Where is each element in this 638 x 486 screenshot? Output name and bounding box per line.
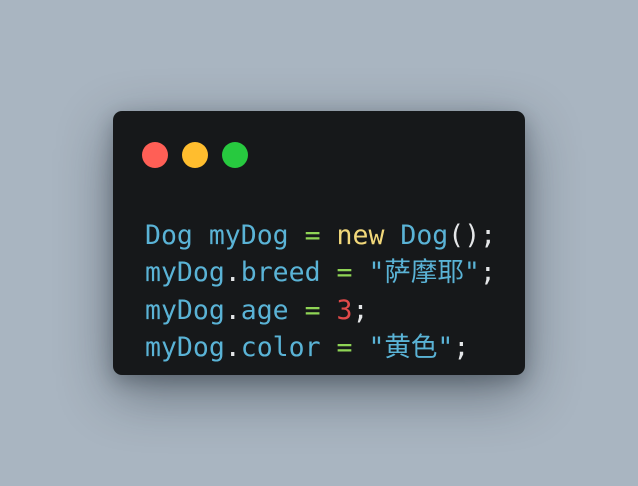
code-token-plain: .: [224, 294, 241, 326]
code-token-op: =: [336, 331, 353, 363]
code-line: myDog.age = 3;: [145, 292, 496, 329]
code-block: Dog myDog = new Dog(); myDog.breed = "萨摩耶…: [145, 217, 496, 366]
code-token-op: =: [336, 257, 353, 289]
code-token-plain: ;: [479, 257, 496, 289]
code-token-plain: ;: [352, 294, 369, 326]
code-window: Dog myDog = new Dog(); myDog.breed = "萨摩耶…: [113, 111, 525, 375]
code-token-plain: .: [224, 257, 241, 289]
code-token-plain: ;: [453, 331, 470, 363]
code-token-num: 3: [336, 294, 353, 326]
code-token-ident: myDog: [208, 220, 289, 251]
code-token-ident: color: [240, 331, 321, 363]
code-token-ident: Dog: [145, 220, 193, 251]
zoom-button[interactable]: [222, 142, 248, 168]
close-button[interactable]: [142, 142, 168, 168]
code-token-ident: Dog: [400, 220, 449, 251]
code-token-kw: new: [336, 220, 385, 251]
code-token-ident: myDog: [145, 257, 225, 289]
code-token-op: =: [304, 294, 321, 326]
code-token-ident: age: [240, 294, 289, 326]
code-line: myDog.breed = "萨摩耶";: [145, 254, 496, 291]
code-token-plain: .: [224, 331, 241, 363]
minimize-button[interactable]: [182, 142, 208, 168]
code-token-plain: ();: [448, 220, 497, 251]
code-line: myDog.color = "黄色";: [145, 329, 496, 366]
code-token-op: =: [304, 220, 321, 251]
code-token-str: "萨摩耶": [368, 257, 480, 289]
code-line: Dog myDog = new Dog();: [145, 217, 496, 254]
code-token-str: "黄色": [368, 331, 454, 363]
window-controls: [142, 142, 248, 168]
code-token-ident: myDog: [145, 331, 225, 363]
code-token-ident: myDog: [145, 294, 225, 326]
code-token-ident: breed: [240, 257, 321, 289]
